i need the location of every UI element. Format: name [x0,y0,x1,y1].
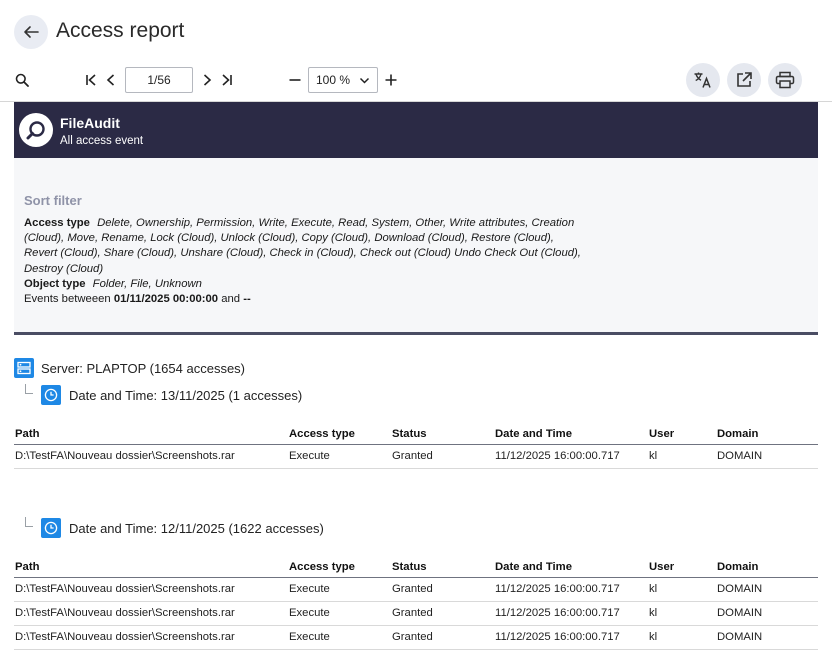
date-group-label: Date and Time: 12/11/2025 (1622 accesses… [69,520,324,536]
table-row: D:\TestFA\Nouveau dossier\Screenshots.ra… [14,444,818,469]
column-header-user: User [648,557,716,578]
sort-filter-panel: Sort filter Access type Delete, Ownershi… [14,158,818,332]
cell-domain: DOMAIN [716,444,818,469]
clock-icon [41,385,61,405]
cell-user: kl [648,577,716,602]
access-type-filter: Access type Delete, Ownership, Permissio… [24,216,584,277]
tree-connector [25,384,33,394]
page-number-input[interactable]: 1/56 [125,67,193,93]
cell-domain: DOMAIN [716,577,818,602]
column-header-status: Status [391,424,494,445]
column-header-status: Status [391,557,494,578]
translate-button[interactable] [686,63,720,97]
report-page: FileAudit All access event Sort filter A… [14,102,818,651]
print-button[interactable] [768,63,802,97]
column-header-path: Path [14,424,288,445]
page-title: Access report [56,19,185,42]
column-header-access-type: Access type [288,424,391,445]
zoom-in-icon[interactable] [382,71,400,89]
prev-page-icon[interactable] [102,71,120,89]
server-icon [14,358,34,378]
access-type-label: Access type [24,217,90,229]
report-toolbar: 1/56 100 % [0,62,832,98]
cell-domain: DOMAIN [716,601,818,626]
events-to: -- [243,293,251,306]
server-group: Server: PLAPTOP (1654 accesses) [14,358,245,378]
cell-user: kl [648,625,716,650]
tree-connector [25,517,33,527]
cell-status: Granted [391,577,494,602]
column-header-date-time: Date and Time [494,424,648,445]
table-row: D:\TestFA\Nouveau dossier\Screenshots.ra… [14,601,818,626]
cell-status: Granted [391,444,494,469]
events-and: and [221,293,241,306]
events-prefix: Events betweeen [24,293,111,306]
zoom-out-icon[interactable] [286,71,304,89]
open-external-button[interactable] [727,63,761,97]
table-row: D:\TestFA\Nouveau dossier\Screenshots.ra… [14,625,818,650]
column-header-domain: Domain [716,424,818,445]
column-header-user: User [648,424,716,445]
zoom-select[interactable]: 100 % [308,67,378,93]
last-page-icon[interactable] [218,71,236,89]
table-header-row: Path Access type Status Date and Time Us… [14,424,818,445]
table-row: D:\TestFA\Nouveau dossier\Screenshots.ra… [14,577,818,602]
date-group-label: Date and Time: 13/11/2025 (1 accesses) [69,387,303,403]
cell-access-type: Execute [288,577,391,602]
date-group-header: Date and Time: 13/11/2025 (1 accesses) [41,385,302,405]
back-button[interactable] [14,15,48,49]
cell-date-time: 11/12/2025 16:00:00.717 [494,601,648,626]
access-type-value: Delete, Ownership, Permission, Write, Ex… [24,217,581,275]
access-table: Path Access type Status Date and Time Us… [14,557,818,650]
sort-filter-title: Sort filter [24,193,82,208]
fileaudit-logo-icon [19,113,53,147]
next-page-icon[interactable] [198,71,216,89]
cell-status: Granted [391,601,494,626]
print-icon [775,71,795,89]
first-page-icon[interactable] [82,71,100,89]
column-header-date-time: Date and Time [494,557,648,578]
report-banner: FileAudit All access event [14,102,818,158]
cell-path: D:\TestFA\Nouveau dossier\Screenshots.ra… [14,577,288,602]
zoom-value: 100 % [316,73,351,87]
cell-date-time: 11/12/2025 16:00:00.717 [494,625,648,650]
object-type-value: Folder, File, Unknown [92,277,202,290]
column-header-access-type: Access type [288,557,391,578]
server-label: Server: PLAPTOP (1654 accesses) [41,360,246,376]
cell-access-type: Execute [288,601,391,626]
top-bar: Access report [0,0,832,62]
app-name: FileAudit [60,115,120,131]
clock-icon [41,518,61,538]
chevron-down-icon [359,77,370,84]
cell-user: kl [648,601,716,626]
cell-domain: DOMAIN [716,625,818,650]
cell-path: D:\TestFA\Nouveau dossier\Screenshots.ra… [14,625,288,650]
open-external-icon [737,72,752,87]
table-header-row: Path Access type Status Date and Time Us… [14,557,818,578]
date-group-header: Date and Time: 12/11/2025 (1622 accesses… [41,518,324,538]
section-divider [14,332,818,335]
cell-date-time: 11/12/2025 16:00:00.717 [494,444,648,469]
cell-status: Granted [391,625,494,650]
cell-user: kl [648,444,716,469]
cell-date-time: 11/12/2025 16:00:00.717 [494,577,648,602]
report-subtitle: All access event [60,135,144,147]
back-arrow-icon [24,26,39,38]
events-from: 01/11/2025 00:00:00 [113,293,219,306]
cell-path: D:\TestFA\Nouveau dossier\Screenshots.ra… [14,444,288,469]
filter-details: Access type Delete, Ownership, Permissio… [24,216,584,307]
object-type-label: Object type [24,277,86,290]
access-table: Path Access type Status Date and Time Us… [14,424,818,469]
object-type-filter: Object type Folder, File, Unknown [24,277,584,292]
cell-access-type: Execute [288,625,391,650]
column-header-domain: Domain [716,557,818,578]
events-range: Events betweeen 01/11/2025 00:00:00 and … [24,292,584,307]
column-header-path: Path [14,557,288,578]
search-icon[interactable] [13,71,31,89]
cell-access-type: Execute [288,444,391,469]
translate-icon [694,72,711,88]
cell-path: D:\TestFA\Nouveau dossier\Screenshots.ra… [14,601,288,626]
